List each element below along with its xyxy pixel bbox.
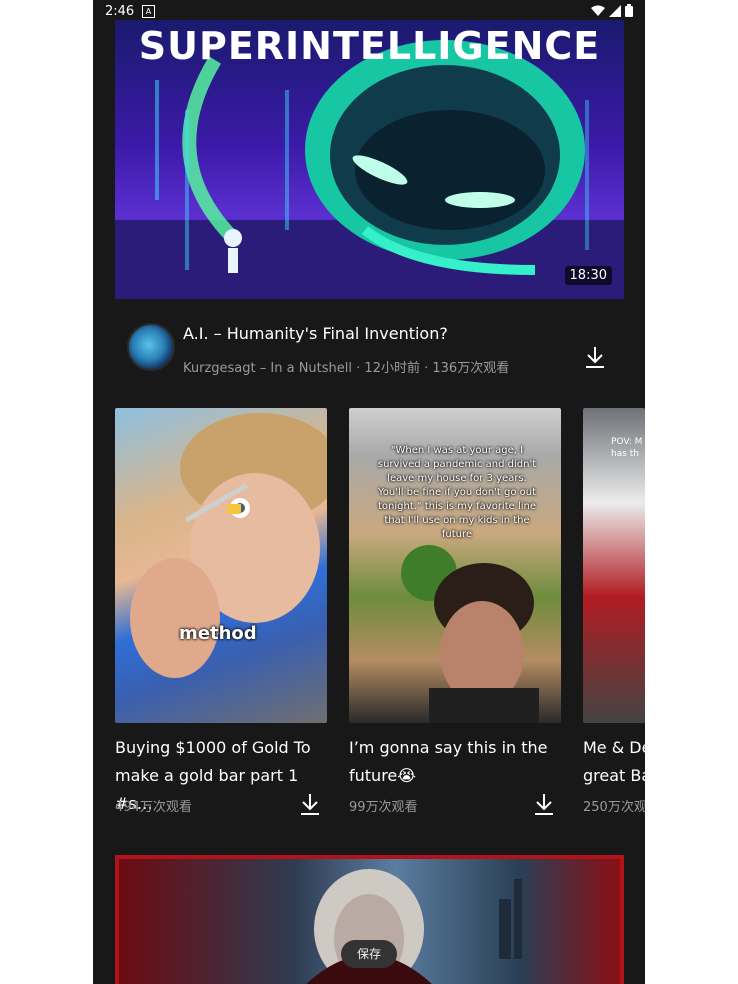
short-3-overlay-text: POV: M has th [611, 437, 643, 459]
short-3-title[interactable]: Me & De great Ba [583, 734, 645, 790]
short-1-artwork [130, 413, 327, 678]
status-time: 2:46 [105, 4, 135, 19]
short-2-overlay-text: "When I was at your age, I survived a pa… [377, 445, 537, 540]
status-icons [591, 4, 633, 17]
save-toast: 保存 [341, 940, 397, 968]
meta-separator: · [424, 361, 429, 376]
download-icon[interactable] [584, 345, 606, 369]
download-icon[interactable] [533, 792, 555, 816]
upload-age: 12小时前 [364, 361, 420, 376]
short-1-views: 494万次观看 [115, 800, 192, 815]
short-1-overlay-text: method [179, 623, 257, 644]
video-duration: 18:30 [564, 266, 612, 285]
notification-a-icon: A [142, 5, 155, 18]
view-count: 136万次观看 [432, 361, 510, 376]
hero-video-meta: Kurzgesagt – In a Nutshell · 12小时前 · 136… [183, 357, 509, 376]
wifi-icon [591, 5, 605, 16]
hero-video-title[interactable]: A.I. – Humanity's Final Invention? [183, 324, 448, 343]
short-2-title-line1: I’m gonna say this in the [349, 738, 548, 757]
hero-video-thumbnail[interactable]: SUPERINTELLIGENCE 18:30 [115, 20, 624, 299]
meta-separator: · [356, 361, 361, 376]
signal-icon [609, 4, 621, 17]
short-2-title[interactable]: I’m gonna say this in the future😭 [349, 734, 559, 790]
short-1-title-line1: Buying $1000 of Gold To [115, 738, 311, 757]
short-3-title-line1: Me & De [583, 738, 645, 757]
channel-avatar[interactable] [127, 323, 175, 371]
short-thumbnail-2[interactable]: "When I was at your age, I survived a pa… [349, 408, 561, 723]
download-icon[interactable] [299, 792, 321, 816]
short-thumbnail-1[interactable]: method [115, 408, 327, 723]
short-3-views: 250万次观 [583, 800, 645, 815]
short-thumbnail-3[interactable]: POV: M has th [583, 408, 645, 723]
short-2-views: 99万次观看 [349, 800, 418, 815]
phone-screen: 2:46 A SUPERINTELLIGENCE 18:30 A.I. – Hu… [93, 0, 645, 984]
hero-banner-text: SUPERINTELLIGENCE [138, 24, 601, 68]
short-3-title-line2: great Ba [583, 766, 645, 785]
battery-icon [625, 4, 633, 17]
channel-name[interactable]: Kurzgesagt – In a Nutshell [183, 361, 352, 376]
short-2-title-line2: future😭 [349, 766, 416, 785]
